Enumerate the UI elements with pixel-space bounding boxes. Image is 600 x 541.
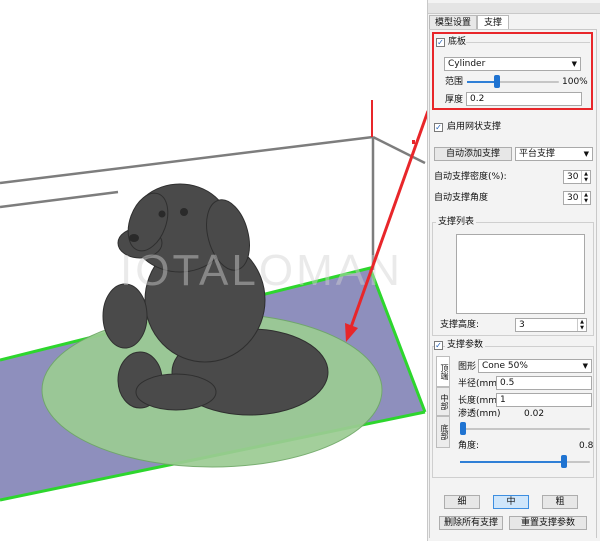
param-angle-value: 0.8 (579, 441, 594, 451)
spin-down-icon[interactable]: ▼ (581, 177, 590, 183)
param-penetration-slider[interactable] (460, 428, 590, 430)
panel-header-bar (428, 3, 600, 14)
param-shape-label: 图形 (458, 362, 477, 372)
size-medium-label: 中 (506, 497, 516, 507)
auto-angle-label: 自动支撑角度 (434, 193, 489, 203)
scene-canvas[interactable]: IOTALOMAN (0, 0, 427, 541)
param-length-label: 长度(mm) (458, 396, 501, 406)
raft-divider (466, 42, 590, 43)
param-penetration-thumb[interactable] (459, 422, 466, 435)
param-angle-label: 角度: (458, 441, 480, 451)
param-radius-input[interactable]: 0.5 (496, 376, 592, 390)
param-angle-fill (460, 461, 564, 463)
tab-model-settings-label: 模型设置 (434, 18, 471, 28)
vtab-bottom-label: 底部 (440, 424, 449, 440)
param-penetration-value: 0.02 (524, 409, 545, 419)
size-thin-button[interactable]: 细 (444, 495, 480, 509)
auto-angle-value: 30 (567, 193, 579, 203)
spin-down-icon[interactable]: ▼ (577, 325, 586, 331)
param-length-value: 1 (500, 395, 506, 405)
delete-all-supports-label: 删除所有支撑 (443, 518, 498, 528)
vtab-middle-label: 中部 (440, 393, 449, 410)
auto-density-value: 30 (567, 172, 579, 182)
chevron-down-icon: ▼ (571, 60, 577, 68)
param-radius-label: 半径(mm) (458, 379, 501, 389)
raft-thickness-input[interactable]: 0.2 (466, 92, 582, 106)
support-height-value: 3 (519, 320, 525, 330)
raft-range-thumb[interactable] (494, 75, 501, 88)
tab-model-settings[interactable]: 模型设置 (429, 15, 477, 29)
param-shape-select[interactable]: Cone 50% ▼ (478, 359, 592, 373)
reset-support-params-button[interactable]: 重置支撑参数 (509, 516, 587, 530)
3d-viewport[interactable]: IOTALOMAN (0, 0, 427, 541)
vtab-top[interactable]: 顶端 (436, 356, 450, 387)
support-params-checkbox[interactable]: ✓ (434, 341, 443, 350)
param-angle-thumb[interactable] (561, 455, 567, 468)
auto-add-support-button[interactable]: 自动添加支撑 (434, 147, 512, 161)
size-thin-label: 细 (457, 497, 467, 507)
chevron-down-icon: ▼ (583, 150, 589, 158)
support-height-label: 支撑高度: (440, 320, 480, 330)
param-shape-value: Cone 50% (482, 361, 528, 371)
watermark-text: IOTALOMAN (120, 246, 403, 295)
raft-range-value: 100% (562, 77, 588, 87)
mesh-support-checkbox[interactable]: ✓ (434, 123, 443, 132)
support-list-box[interactable] (456, 234, 585, 314)
size-thick-button[interactable]: 粗 (542, 495, 578, 509)
raft-checkbox[interactable]: ✓ (436, 38, 445, 47)
param-penetration-label: 渗透(mm) (458, 409, 501, 419)
auto-density-label: 自动支撑密度(%): (434, 172, 507, 182)
raft-thickness-label: 厚度 (445, 95, 464, 105)
tab-support[interactable]: 支撑 (477, 15, 509, 30)
mesh-support-label: 启用网状支撑 (447, 122, 502, 132)
size-thick-label: 粗 (555, 497, 565, 507)
platform-support-select[interactable]: 平台支撑 ▼ (515, 147, 593, 161)
raft-shape-select[interactable]: Cylinder ▼ (444, 57, 581, 71)
vtab-bottom[interactable]: 底部 (436, 416, 450, 448)
auto-add-support-label: 自动添加支撑 (445, 149, 500, 159)
delete-all-supports-button[interactable]: 删除所有支撑 (439, 516, 503, 530)
vtab-top-label: 顶端 (440, 363, 449, 380)
spin-down-icon[interactable]: ▼ (581, 198, 590, 204)
raft-label: 底板 (448, 37, 467, 47)
auto-density-spinbox[interactable]: 30 ▲ ▼ (563, 170, 591, 184)
auto-angle-spinbox[interactable]: 30 ▲ ▼ (563, 191, 591, 205)
raft-range-label: 范围 (445, 77, 464, 87)
chevron-down-icon: ▼ (582, 362, 588, 370)
raft-range-fill (467, 81, 498, 83)
support-height-spinbox[interactable]: 3 ▲ ▼ (515, 318, 587, 332)
platform-support-value: 平台支撑 (519, 149, 556, 159)
vtab-middle[interactable]: 中部 (436, 387, 450, 416)
reset-support-params-label: 重置支撑参数 (520, 518, 575, 528)
raft-thickness-value: 0.2 (470, 94, 485, 104)
param-radius-value: 0.5 (500, 378, 515, 388)
param-angle-slider[interactable] (460, 461, 590, 463)
tab-support-label: 支撑 (483, 18, 502, 28)
raft-range-slider[interactable] (467, 81, 559, 83)
size-medium-button[interactable]: 中 (493, 495, 529, 509)
support-params-label: 支撑参数 (445, 340, 486, 351)
raft-shape-value: Cylinder (448, 59, 486, 69)
param-length-input[interactable]: 1 (496, 393, 592, 407)
support-list-title: 支撑列表 (436, 217, 477, 228)
